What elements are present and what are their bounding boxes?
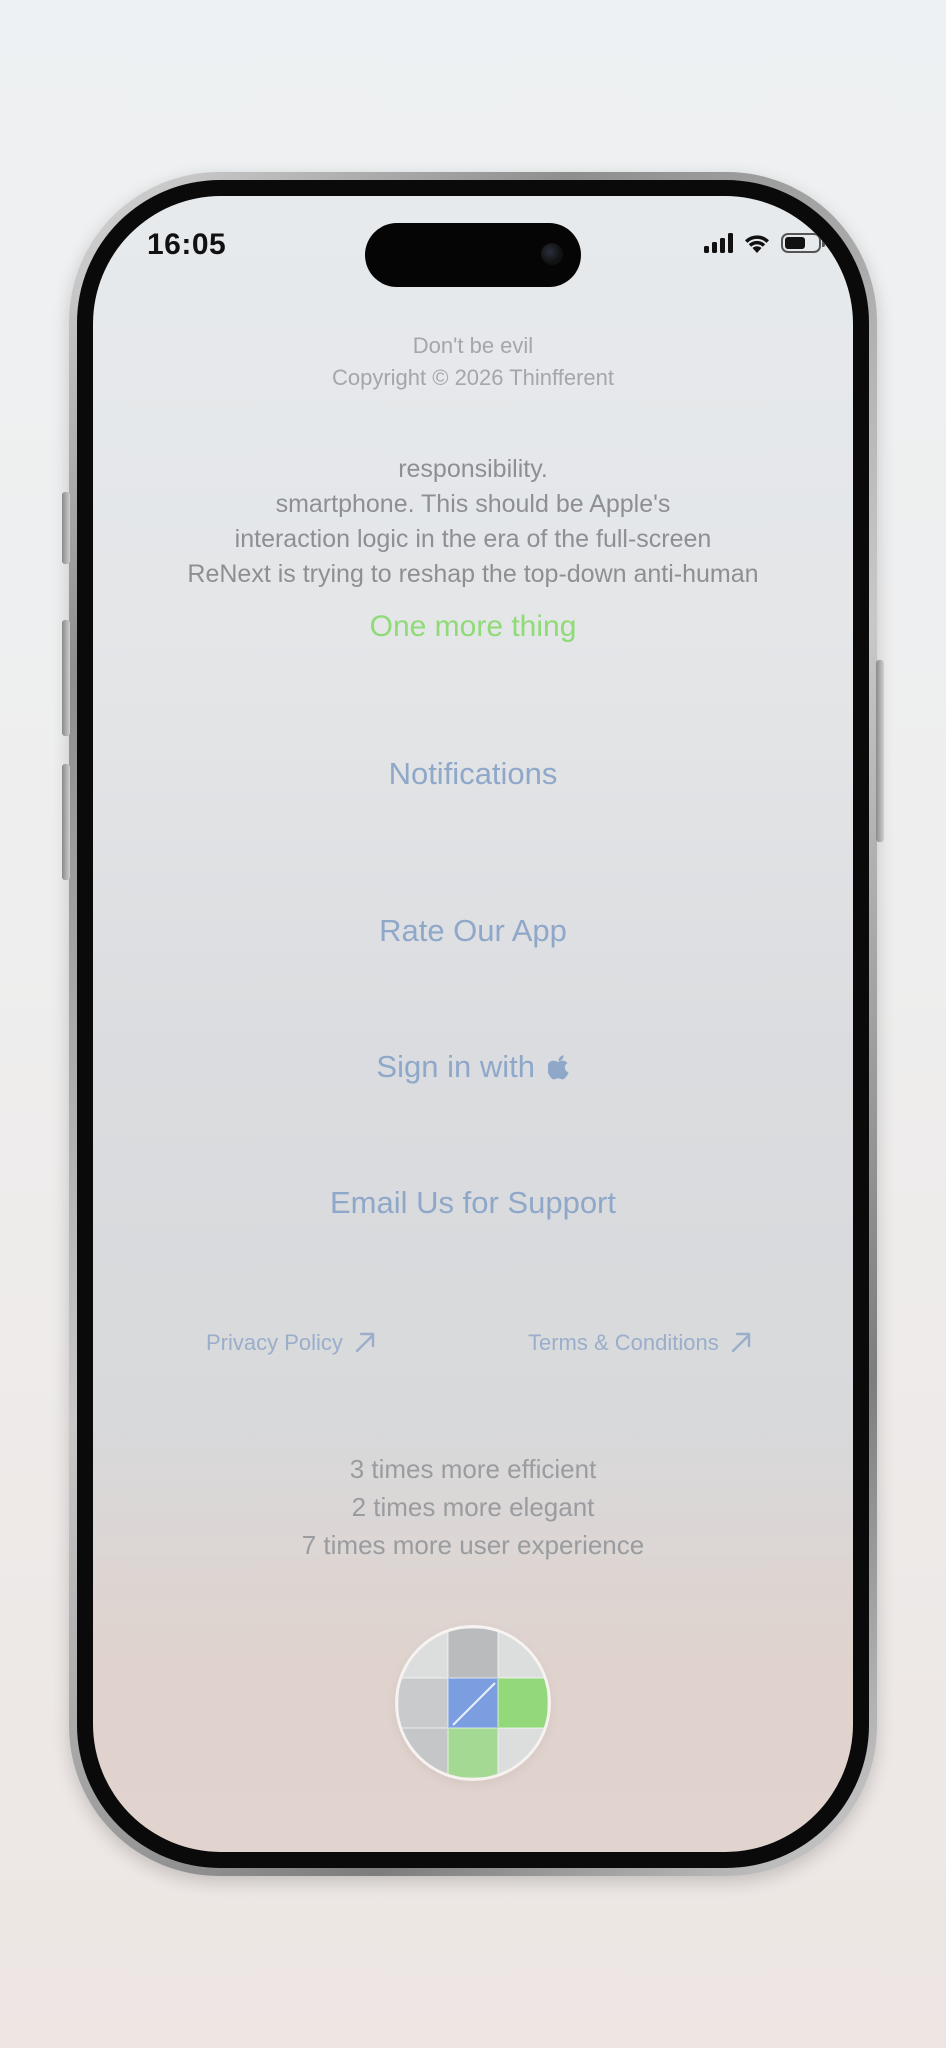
terms-conditions-link[interactable]: Terms & Conditions	[528, 1330, 753, 1356]
apple-logo-icon	[547, 1055, 569, 1080]
battery-icon	[781, 233, 825, 253]
stat-line: 7 times more user experience	[301, 1530, 645, 1560]
status-icons	[704, 232, 825, 254]
volume-up-button	[62, 620, 70, 736]
status-time: 16:05	[147, 228, 227, 261]
volume-down-button	[62, 764, 70, 880]
sign-in-label: Sign in with	[376, 1049, 535, 1084]
copyright-text: Copyright © 2026 Thinfferent	[331, 365, 614, 390]
sign-in-with-apple-button[interactable]: Sign in with	[93, 1049, 853, 1085]
grid-app-icon	[398, 1628, 548, 1778]
arrow-up-right-icon	[731, 1332, 751, 1353]
manifesto-text: responsibility. smartphone. This should …	[93, 452, 853, 592]
app-screen: 16:05 Don't be evil Copyright © 2026 Thi…	[93, 196, 853, 1852]
cellular-signal-icon	[704, 233, 733, 253]
privacy-policy-label: Privacy Policy	[206, 1330, 343, 1355]
manifesto-line: interaction logic in the era of the full…	[234, 525, 712, 553]
stat-line: 3 times more efficient	[349, 1454, 597, 1484]
stats-block: 3 times more efficient 2 times more eleg…	[93, 1450, 853, 1564]
copyright-block: Don't be evil Copyright © 2026 Thinffere…	[93, 330, 853, 394]
front-camera-icon	[541, 243, 563, 265]
action-button	[62, 492, 70, 564]
motto-text: Don't be evil	[412, 333, 534, 358]
privacy-policy-link[interactable]: Privacy Policy	[206, 1330, 377, 1356]
one-more-thing-link[interactable]: One more thing	[93, 610, 853, 644]
manifesto-line: responsibility.	[398, 455, 548, 483]
notifications-button[interactable]: Notifications	[93, 756, 853, 792]
dynamic-island	[365, 223, 581, 287]
floating-app-button[interactable]	[398, 1628, 548, 1778]
email-support-button[interactable]: Email Us for Support	[93, 1185, 853, 1221]
arrow-up-right-icon	[355, 1332, 375, 1353]
manifesto-line: ReNext is trying to reshap the top-down …	[187, 560, 759, 588]
power-button	[876, 660, 884, 842]
rate-app-button[interactable]: Rate Our App	[93, 913, 853, 949]
stat-line: 2 times more elegant	[351, 1492, 595, 1522]
wifi-icon	[745, 235, 769, 253]
terms-conditions-label: Terms & Conditions	[528, 1330, 719, 1355]
manifesto-line: smartphone. This should be Apple's	[275, 490, 671, 518]
